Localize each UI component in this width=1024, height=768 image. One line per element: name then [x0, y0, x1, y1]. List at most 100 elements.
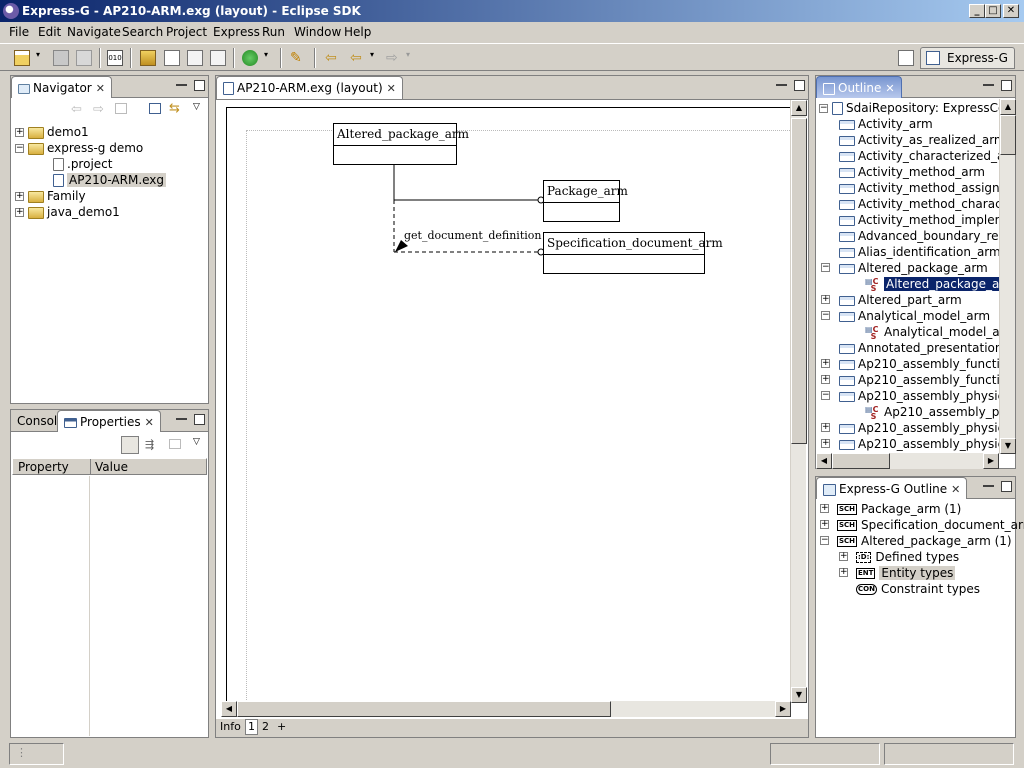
close-properties-icon[interactable]: ✕ [145, 416, 154, 429]
editor-horizontal-scrollbar[interactable]: ◀ ▶ [221, 701, 791, 717]
entity-package-arm[interactable]: Package_arm [543, 180, 628, 222]
tab-properties[interactable]: Properties ✕ [57, 410, 161, 432]
menu-express[interactable]: Express [213, 25, 260, 39]
outline-entity-item[interactable]: Advanced_boundary_rep [819, 228, 999, 244]
menu-project[interactable]: Project [166, 25, 207, 39]
open-folder-icon[interactable] [140, 50, 156, 66]
collapse-icon[interactable]: − [821, 263, 830, 272]
tab-outline[interactable]: Outline ✕ [816, 76, 902, 98]
minimize-expressg-outline-icon[interactable] [983, 483, 994, 487]
expand-icon[interactable]: + [821, 359, 830, 368]
maximize-navigator-icon[interactable] [194, 80, 205, 91]
layout-icon[interactable] [210, 50, 226, 66]
menu-file[interactable]: File [9, 25, 29, 39]
nav-up-icon[interactable] [115, 103, 127, 114]
collapse-icon[interactable]: − [15, 144, 24, 153]
tab-express-g-outline[interactable]: Express-G Outline ✕ [816, 477, 968, 499]
horizontal-scroll-thumb[interactable] [237, 701, 611, 717]
outline-schema-item[interactable]: ▤C S Altered_package_arm [819, 276, 999, 292]
wand-icon[interactable]: ✎ [290, 50, 306, 66]
save-icon[interactable] [53, 50, 69, 66]
outline-entity-item[interactable]: − Analytical_model_arm [819, 308, 999, 324]
minimize-editor-icon[interactable] [776, 82, 787, 86]
tab-page-2[interactable]: 2 [262, 720, 269, 733]
menu-edit[interactable]: Edit [38, 25, 61, 39]
outline-entity-item[interactable]: Activity_method_assignm [819, 180, 999, 196]
editor-vertical-scrollbar[interactable]: ▲ ▼ [790, 100, 807, 703]
scroll-left-icon[interactable]: ◀ [221, 701, 237, 717]
new-icon[interactable] [14, 50, 30, 66]
forward-icon[interactable]: ⇨ [386, 50, 402, 66]
outline-horizontal-scrollbar[interactable]: ◀ ▶ [816, 453, 999, 469]
scroll-down-icon[interactable]: ▼ [791, 687, 807, 703]
tree-item-java-demo1[interactable]: + java_demo1 [15, 204, 166, 220]
minimize-properties-icon[interactable] [176, 416, 187, 420]
schema-icon[interactable] [187, 50, 203, 66]
menu-navigate[interactable]: Navigate [67, 25, 121, 39]
outline-entity-item[interactable]: + Altered_part_arm [819, 292, 999, 308]
collapse-icon[interactable]: − [820, 536, 829, 545]
entity-specification-document-arm[interactable]: Specification_document_arm [543, 232, 723, 274]
expressg-outline-item[interactable]: + ENT Entity types [819, 565, 1024, 581]
scroll-up-icon[interactable]: ▲ [791, 100, 807, 116]
menu-help[interactable]: Help [344, 25, 371, 39]
expressg-outline-item[interactable]: + SCHSpecification_document_arm (1) [819, 517, 1024, 533]
collapse-icon[interactable]: − [821, 391, 830, 400]
outline-entity-item[interactable]: Activity_as_realized_arm [819, 132, 999, 148]
close-expressg-outline-icon[interactable]: ✕ [951, 483, 960, 496]
perspective-express-g[interactable]: Express-G [920, 47, 1015, 69]
back-dropdown-icon[interactable]: ▾ [370, 50, 378, 66]
tree-item-express-g-demo[interactable]: − express-g demo [15, 140, 166, 156]
new-file-icon[interactable] [164, 50, 180, 66]
scroll-up-icon[interactable]: ▲ [1000, 99, 1016, 115]
outline-entity-item[interactable]: + Ap210_assembly_functio [819, 356, 999, 372]
run-dropdown-icon[interactable]: ▾ [264, 50, 272, 66]
outline-entity-item[interactable]: + Ap210_assembly_physica [819, 420, 999, 436]
outline-entity-item[interactable]: − Ap210_assembly_physica [819, 388, 999, 404]
expressg-outline-item[interactable]: + SCH Package_arm (1) [819, 501, 1024, 517]
outline-entity-item[interactable]: Activity_arm [819, 116, 999, 132]
outline-entity-item[interactable]: + Ap210_assembly_functio [819, 372, 999, 388]
back-icon[interactable]: ⇦ [350, 50, 366, 66]
scroll-right-icon[interactable]: ▶ [775, 701, 791, 717]
close-outline-icon[interactable]: ✕ [885, 82, 894, 95]
link-editor-icon[interactable]: ⇆ [169, 101, 180, 116]
tab-info[interactable]: Info [220, 720, 241, 733]
maximize-editor-icon[interactable] [794, 80, 805, 91]
expressg-outline-item[interactable]: CON Constraint types [819, 581, 1024, 597]
outline-entity-item[interactable]: Activity_method_impleme [819, 212, 999, 228]
expand-icon[interactable]: + [15, 192, 24, 201]
outline-entity-item[interactable]: Activity_characterized_ar [819, 148, 999, 164]
outline-entity-item[interactable]: Activity_method_arm [819, 164, 999, 180]
scroll-down-icon[interactable]: ▼ [1000, 438, 1016, 454]
maximize-properties-icon[interactable] [194, 414, 205, 425]
close-editor-icon[interactable]: ✕ [387, 82, 396, 95]
expand-icon[interactable]: + [839, 568, 848, 577]
outline-schema-item[interactable]: ▤C S Analytical_model_arm [819, 324, 999, 340]
close-navigator-icon[interactable]: ✕ [96, 82, 105, 95]
maximize-window-button[interactable]: □ [985, 4, 1001, 18]
outline-schema-item[interactable]: ▤C S Ap210_assembly_phy [819, 404, 999, 420]
expand-icon[interactable]: + [820, 504, 829, 513]
vertical-scroll-thumb[interactable] [791, 118, 807, 444]
close-window-button[interactable]: ✕ [1003, 4, 1019, 18]
print-icon[interactable] [76, 50, 92, 66]
tree-item-family[interactable]: + Family [15, 188, 166, 204]
nav-forward-icon[interactable]: ⇨ [93, 102, 104, 117]
expressg-outline-item[interactable]: − SCH Altered_package_arm (1) [819, 533, 1024, 549]
relation-label[interactable]: get_document_definition [404, 229, 541, 242]
view-menu-icon[interactable]: ▽ [193, 102, 200, 112]
new-dropdown-icon[interactable]: ▾ [36, 50, 44, 66]
tab-page-1[interactable]: 1 [245, 719, 258, 735]
outline-entity-item[interactable]: Alias_identification_arm [819, 244, 999, 260]
forward-dropdown-icon[interactable]: ▾ [406, 50, 414, 66]
expand-icon[interactable]: + [821, 295, 830, 304]
expand-icon[interactable]: + [15, 208, 24, 217]
outline-entity-item[interactable]: + Ap210_assembly_physica [819, 436, 999, 452]
scroll-left-icon[interactable]: ◀ [816, 453, 832, 469]
outline-hscroll-thumb[interactable] [832, 453, 890, 469]
menu-window[interactable]: Window [294, 25, 341, 39]
status-handle[interactable]: ⋮ [9, 743, 64, 765]
collapse-icon[interactable]: − [819, 104, 828, 113]
view-menu-icon[interactable]: ▽ [193, 437, 200, 447]
